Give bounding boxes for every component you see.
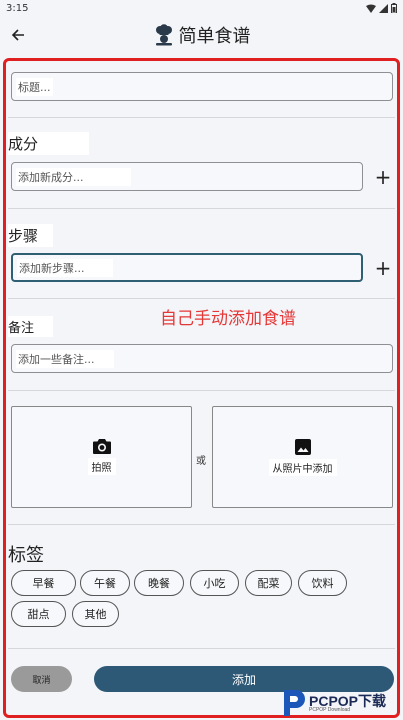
pcpop-logo-icon (284, 690, 305, 716)
divider (8, 524, 395, 525)
note-input[interactable]: 添加一些备注... (11, 344, 393, 373)
tag-chip-drink[interactable]: 饮料 (298, 570, 347, 596)
note-placeholder: 添加一些备注... (16, 349, 114, 368)
plus-icon: + (374, 165, 392, 189)
tag-chip-lunch[interactable]: 午餐 (80, 570, 130, 596)
tag-chip-dessert[interactable]: 甜点 (11, 601, 66, 627)
status-time: 3:15 (6, 2, 29, 14)
cancel-button[interactable]: 取消 (11, 666, 72, 692)
tag-label: 其他 (84, 608, 107, 621)
ingredients-label: 成分 (8, 132, 89, 155)
battery-icon (391, 3, 397, 13)
camera-icon (92, 439, 111, 454)
tag-chip-breakfast[interactable]: 早餐 (11, 570, 76, 596)
chef-hat-icon (155, 24, 172, 46)
tag-label: 小吃 (203, 577, 226, 590)
back-button[interactable] (6, 23, 30, 47)
notes-label: 备注 (8, 316, 53, 337)
or-separator: 或 (196, 456, 206, 467)
divider (8, 117, 395, 118)
tag-chip-other[interactable]: 其他 (72, 601, 119, 627)
add-ingredient-button[interactable]: + (373, 167, 393, 187)
tag-label: 早餐 (32, 577, 55, 590)
watermark-sub-text: PCPOP Download (309, 706, 351, 713)
tag-label: 午餐 (94, 577, 116, 590)
tag-label: 配菜 (257, 577, 280, 590)
cancel-label: 取消 (32, 675, 51, 686)
arrow-left-icon (11, 29, 24, 41)
tag-label: 晚餐 (148, 577, 170, 590)
tag-label: 饮料 (311, 577, 334, 590)
app-bar: 简单食谱 (0, 16, 403, 54)
watermark-main-text: PCPOP下载 (309, 692, 387, 709)
step-input[interactable]: 添加新步骤... (11, 253, 363, 282)
steps-label: 步骤 (8, 224, 53, 247)
annotation-text: 自己手动添加食谱 (160, 309, 296, 329)
add-step-button[interactable]: + (373, 258, 393, 278)
add-from-photos-label: 从照片中添加 (268, 458, 337, 476)
title-input[interactable]: 标题... (11, 72, 393, 101)
status-bar: 3:15 (0, 0, 403, 16)
recipe-form: 标题... 成分 添加新成分... + 步骤 添加新步骤... + 自己手动添加… (0, 54, 403, 720)
tag-chip-side-dish[interactable]: 配菜 (245, 570, 292, 596)
add-label: 添加 (231, 672, 256, 687)
app-title: 简单食谱 (178, 26, 251, 47)
tag-chip-snack[interactable]: 小吃 (190, 570, 239, 596)
title-placeholder: 标题... (16, 77, 53, 96)
divider (8, 390, 395, 391)
signal-icon (379, 3, 388, 13)
tag-chip-dinner[interactable]: 晚餐 (134, 570, 184, 596)
ingredient-placeholder: 添加新成分... (16, 167, 131, 186)
wifi-icon (366, 4, 376, 13)
ingredient-input[interactable]: 添加新成分... (11, 162, 363, 191)
app-title-group: 简单食谱 (153, 22, 251, 48)
watermark-logo: PCPOP下载 PCPOP Download (280, 686, 402, 720)
divider (8, 298, 395, 299)
add-from-photos-button[interactable]: 从照片中添加 (212, 406, 393, 508)
plus-icon: + (374, 256, 392, 280)
tag-label: 甜点 (27, 608, 50, 621)
step-placeholder: 添加新步骤... (17, 258, 113, 277)
tags-label: 标签 (8, 545, 44, 566)
take-photo-button[interactable]: 拍照 (11, 406, 192, 508)
image-icon (294, 438, 311, 455)
take-photo-label: 拍照 (87, 458, 116, 475)
status-icons (366, 3, 397, 13)
divider (8, 208, 395, 209)
divider (8, 648, 395, 649)
